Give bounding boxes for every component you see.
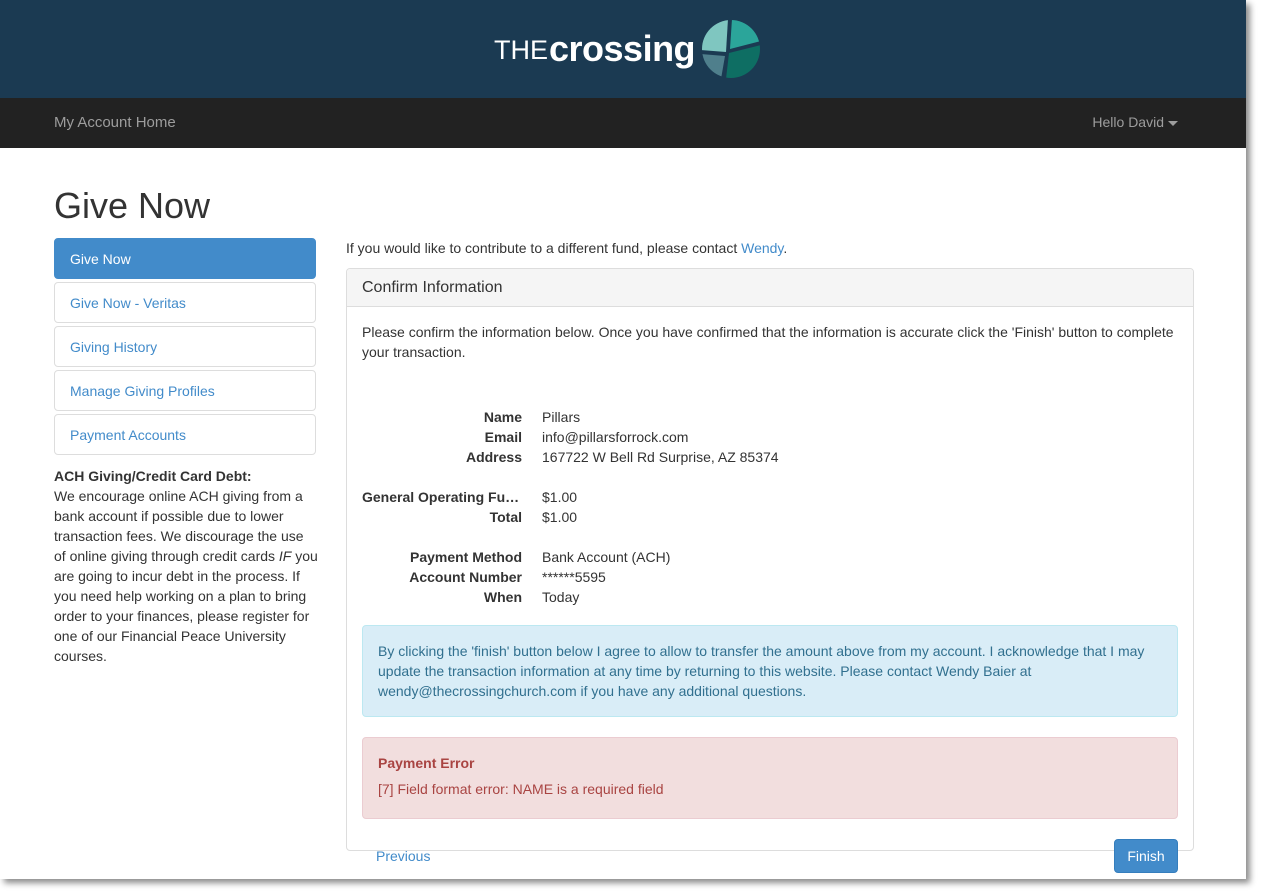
note-text-part-1: We encourage online ACH giving from a ba… <box>54 488 304 564</box>
sidebar-item-give-now-veritas[interactable]: Give Now - Veritas <box>54 282 316 323</box>
email-label: Email <box>484 429 522 445</box>
address-value: 167722 W Bell Rd Surprise, AZ 85374 <box>542 449 779 465</box>
intro-suffix: . <box>783 240 788 256</box>
detail-row-email: Email info@pillarsforrock.com <box>362 429 1162 449</box>
detail-row-total: Total $1.00 <box>362 509 1162 529</box>
the-crossing-logo[interactable]: THE crossing <box>494 19 761 79</box>
detail-row-payment-method: Payment Method Bank Account (ACH) <box>362 549 1162 569</box>
agreement-alert: By clicking the 'finish' button below I … <box>362 625 1178 717</box>
browser-page: THE crossing My Account Home Hello David… <box>0 0 1246 879</box>
email-value: info@pillarsforrock.com <box>542 429 689 445</box>
logo-prefix: THE <box>494 34 548 65</box>
sidebar-item-give-now[interactable]: Give Now <box>54 238 316 279</box>
note-text-part-2: you are going to incur debt in the proce… <box>54 548 318 664</box>
when-value: Today <box>542 589 580 605</box>
brand-header: THE crossing <box>0 0 1246 98</box>
fund-label: General Operating Fund <box>362 489 522 505</box>
account-number-value: ******5595 <box>542 569 606 585</box>
payment-error-alert: Payment Error [7] Field format error: NA… <box>362 737 1178 819</box>
detail-row-when: When Today <box>362 589 1162 609</box>
top-navbar: My Account Home Hello David <box>0 98 1246 148</box>
total-label: Total <box>489 509 522 525</box>
contact-wendy-link[interactable]: Wendy <box>741 240 783 256</box>
note-title: ACH Giving/Credit Card Debt: <box>54 468 252 484</box>
transaction-details: Name Pillars Email info@pillarsforrock.c… <box>362 409 1162 609</box>
confirm-instructions: Please confirm the information below. On… <box>362 324 1174 360</box>
confirm-panel: Confirm Information Please confirm the i… <box>346 268 1194 873</box>
crossing-emblem-icon <box>702 20 761 78</box>
logo-word: crossing <box>549 28 696 69</box>
user-menu-dropdown[interactable]: Hello David <box>1092 114 1178 130</box>
sidebar-item-payment-accounts[interactable]: Payment Accounts <box>54 414 316 455</box>
name-label: Name <box>483 409 522 425</box>
panel-heading: Confirm Information <box>347 269 1193 307</box>
payment-method-label: Payment Method <box>409 549 522 565</box>
when-label: When <box>483 589 522 605</box>
sidebar-nav: Give Now Give Now - Veritas Giving Histo… <box>54 238 316 458</box>
payment-error-title: Payment Error <box>378 755 475 771</box>
sidebar-item-manage-giving-profiles[interactable]: Manage Giving Profiles <box>54 370 316 411</box>
name-value: Pillars <box>542 409 581 425</box>
detail-row-account-number: Account Number ******5595 <box>362 569 1162 589</box>
contribution-intro: If you would like to contribute to a dif… <box>346 240 787 256</box>
address-label: Address <box>465 449 522 465</box>
detail-row-fund: General Operating Fund $1.00 <box>362 489 1162 509</box>
my-account-home-link[interactable]: My Account Home <box>54 114 176 131</box>
panel-body: Please confirm the information below. On… <box>347 307 1193 873</box>
account-number-label: Account Number <box>409 569 522 585</box>
user-greeting: Hello David <box>1092 114 1164 130</box>
detail-row-name: Name Pillars <box>362 409 1162 429</box>
ach-giving-note: ACH Giving/Credit Card Debt: We encourag… <box>54 466 318 666</box>
intro-text: If you would like to contribute to a dif… <box>346 240 742 256</box>
payment-error-message: [7] Field format error: NAME is a requir… <box>378 781 664 797</box>
fund-value: $1.00 <box>542 489 578 505</box>
payment-method-value: Bank Account (ACH) <box>542 549 671 565</box>
detail-row-address: Address 167722 W Bell Rd Surprise, AZ 85… <box>362 449 1162 469</box>
page-title: Give Now <box>54 185 211 226</box>
finish-button[interactable]: Finish <box>1114 839 1178 873</box>
previous-button[interactable]: Previous <box>376 848 430 864</box>
total-value: $1.00 <box>542 509 578 525</box>
sidebar-item-giving-history[interactable]: Giving History <box>54 326 316 367</box>
caret-down-icon <box>1168 120 1178 126</box>
note-emphasis: IF <box>278 548 292 564</box>
